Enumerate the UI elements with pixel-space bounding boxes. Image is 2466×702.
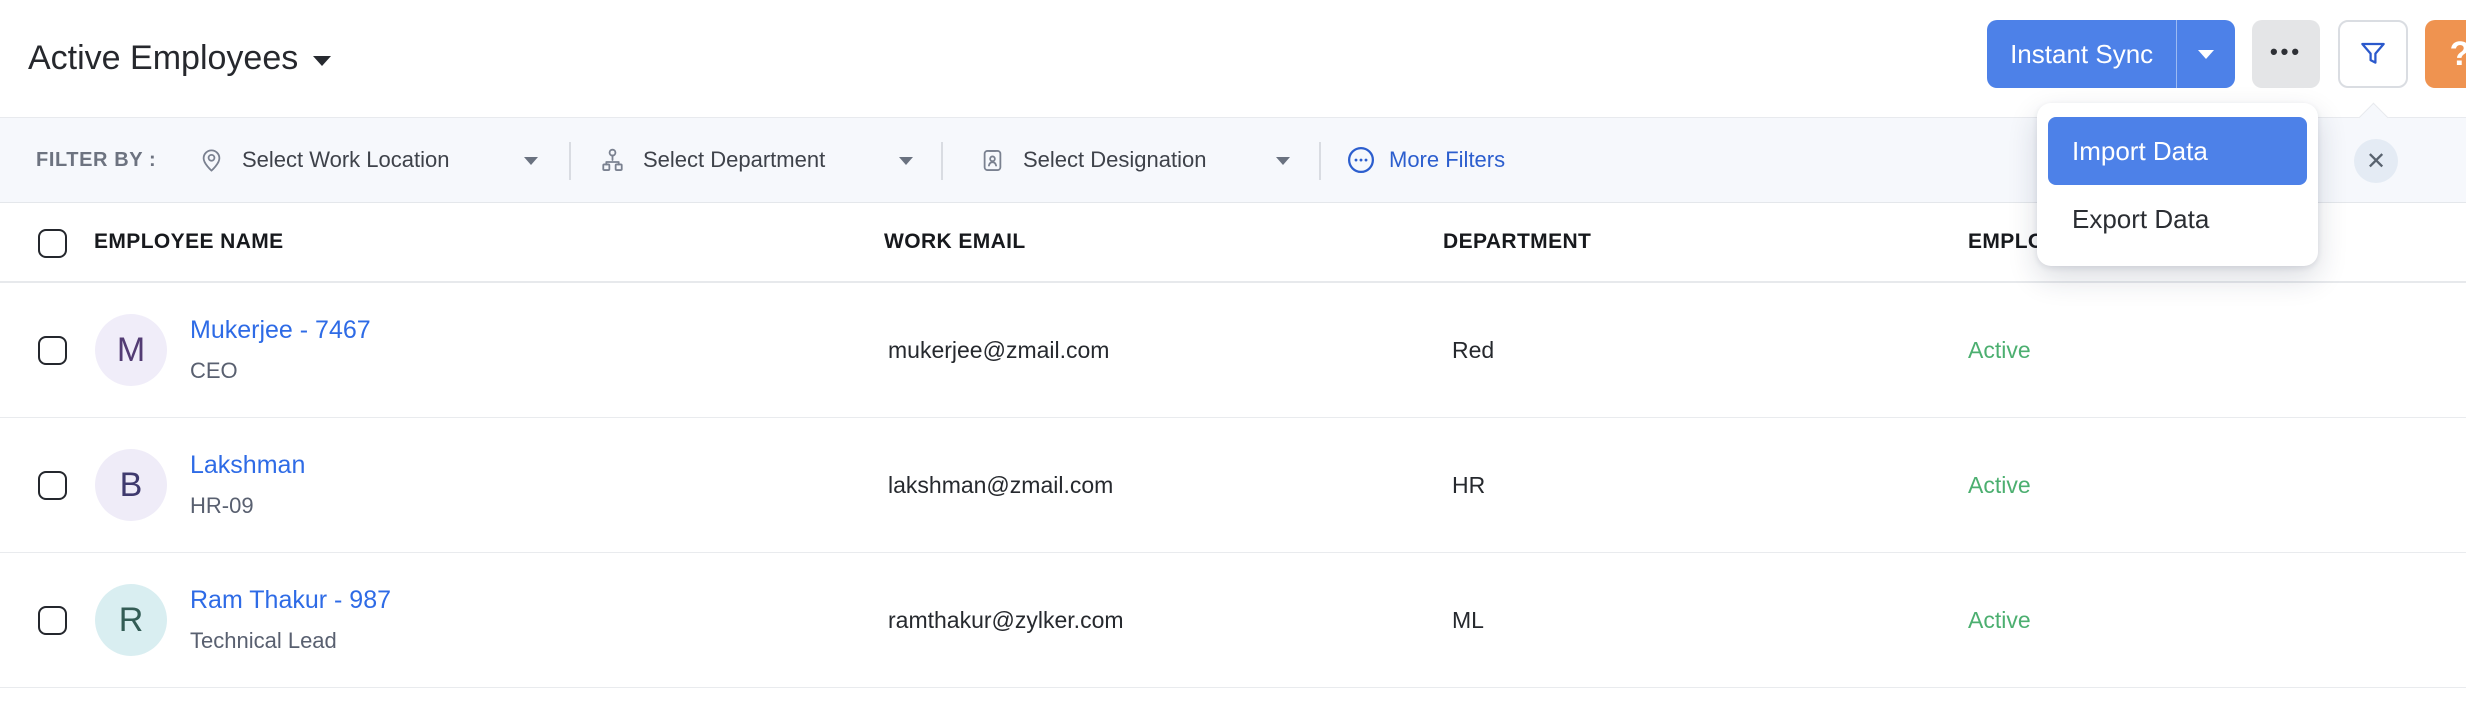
divider [941,142,943,180]
employee-name-cell: Ram Thakur - 987 Technical Lead [190,553,391,687]
help-button[interactable]: ? [2425,20,2466,88]
status-badge: Active [1968,283,2031,417]
work-location-filter[interactable]: Select Work Location [198,118,449,202]
row-checkbox[interactable] [38,336,67,365]
divider [569,142,571,180]
instant-sync-button[interactable]: Instant Sync [1987,20,2176,88]
select-all-checkbox[interactable] [38,229,67,258]
designation-filter[interactable]: Select Designation [979,118,1206,202]
department-filter-label: Select Department [643,147,825,173]
more-filters-label: More Filters [1389,147,1505,173]
work-email-cell: ramthakur@zylker.com [888,553,1124,687]
ellipsis-icon: ••• [2270,39,2302,65]
location-pin-icon [198,147,225,174]
avatar: M [95,314,167,386]
employee-name-link[interactable]: Lakshman [190,451,305,480]
id-badge-icon [979,147,1006,174]
close-icon: ✕ [2366,147,2386,176]
chevron-down-icon [313,56,331,66]
active-employees-screen: Active Employees Instant Sync ••• ? FILT… [0,0,2466,702]
filter-by-label: FILTER BY : [36,118,156,202]
chevron-down-icon[interactable] [524,157,538,165]
column-header-employee-status: EMPLO [1968,203,2045,281]
actions-dropdown-menu: Import Data Export Data [2037,103,2318,266]
employee-name-cell: Mukerjee - 7467 CEO [190,283,371,417]
department-cell: Red [1452,283,1494,417]
work-location-filter-label: Select Work Location [242,147,449,173]
view-selector[interactable]: Active Employees [28,0,331,117]
filter-toggle-button[interactable] [2338,20,2408,88]
employee-designation: HR-09 [190,493,305,519]
row-checkbox[interactable] [38,471,67,500]
department-cell: ML [1452,553,1484,687]
funnel-icon [2357,38,2389,70]
employee-designation: CEO [190,358,371,384]
more-actions-button[interactable]: ••• [2252,20,2320,88]
designation-filter-label: Select Designation [1023,147,1206,173]
close-filter-bar-button[interactable]: ✕ [2354,139,2398,183]
chevron-down-icon [2198,50,2214,59]
work-email-cell: lakshman@zmail.com [888,418,1113,552]
work-email-cell: mukerjee@zmail.com [888,283,1109,417]
top-bar: Active Employees Instant Sync ••• ? [0,0,2466,117]
department-cell: HR [1452,418,1485,552]
avatar: R [95,584,167,656]
employee-name-link[interactable]: Ram Thakur - 987 [190,586,391,615]
status-badge: Active [1968,553,2031,687]
chevron-down-icon[interactable] [1276,157,1290,165]
employee-name-link[interactable]: Mukerjee - 7467 [190,316,371,345]
avatar: B [95,449,167,521]
status-badge: Active [1968,418,2031,552]
divider [1319,142,1321,180]
circled-ellipsis-icon [1346,145,1376,175]
instant-sync-dropdown-toggle[interactable] [2176,20,2235,88]
table-row: R Ram Thakur - 987 Technical Lead ramtha… [0,553,2466,688]
row-checkbox[interactable] [38,606,67,635]
page-title: Active Employees [28,39,298,78]
column-header-department: DEPARTMENT [1443,203,1591,281]
more-filters-button[interactable]: More Filters [1346,118,1505,202]
employee-designation: Technical Lead [190,628,391,654]
table-row: M Mukerjee - 7467 CEO mukerjee@zmail.com… [0,283,2466,418]
instant-sync-split-button[interactable]: Instant Sync [1987,20,2235,88]
chevron-down-icon[interactable] [899,157,913,165]
menu-item-import-data[interactable]: Import Data [2048,117,2307,185]
org-chart-icon [599,147,626,174]
department-filter[interactable]: Select Department [599,118,825,202]
column-header-work-email: WORK EMAIL [884,203,1026,281]
column-header-employee-name: EMPLOYEE NAME [94,203,284,281]
question-mark-icon: ? [2450,35,2466,74]
menu-item-export-data[interactable]: Export Data [2048,187,2307,251]
table-row: B Lakshman HR-09 lakshman@zmail.com HR A… [0,418,2466,553]
employee-name-cell: Lakshman HR-09 [190,418,305,552]
